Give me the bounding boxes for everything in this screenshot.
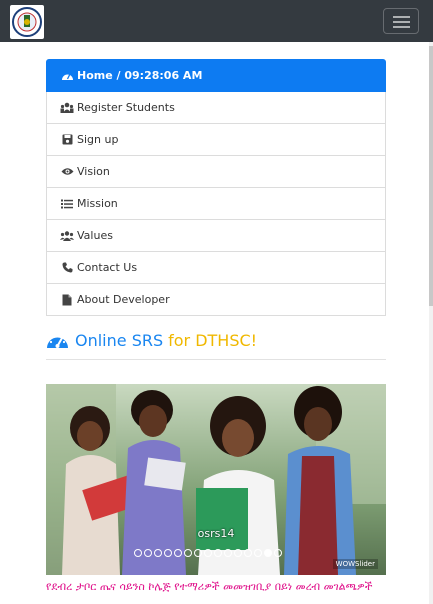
menu-item-vision[interactable]: Vision [46,156,386,188]
slider-dot[interactable] [164,549,172,557]
college-description: የደብረ ታቦር ጤና ሳይንስ ኮሌጅ የተማሪዎች መመዝገቢያ በይነ መ… [46,580,373,593]
slider-dot[interactable] [194,549,202,557]
dashboard-icon [60,70,74,82]
slider-watermark[interactable]: WOWSlider [332,559,378,569]
menu-item-label: Contact Us [77,261,138,274]
phone-icon [60,262,74,274]
heading-highlight: for DTHSC! [168,330,258,350]
slider-dot[interactable] [214,549,222,557]
slider-dot[interactable] [264,549,272,557]
menu-item-contact-us[interactable]: Contact Us [46,252,386,284]
menu-item-home[interactable]: Home / 09:28:06 AM [46,59,386,92]
college-logo[interactable] [10,5,44,39]
menu-item-mission[interactable]: Mission [46,188,386,220]
scrollbar-thumb[interactable] [429,46,433,306]
divider [46,359,386,360]
slider-dot[interactable] [174,549,182,557]
save-icon [60,134,74,146]
slider-dot[interactable] [244,549,252,557]
slide-caption: osrs14 [197,527,235,540]
menu-item-about-developer[interactable]: About Developer [46,284,386,316]
page-heading: Online SRS for DTHSC! [46,328,386,352]
file-icon [60,294,74,306]
menu-item-label: Register Students [77,101,175,114]
slider-dot[interactable] [184,549,192,557]
menu-item-label: Mission [77,197,118,210]
clock-time: 09:28:06 AM [124,69,203,82]
menu-item-label: Sign up [77,133,119,146]
group-icon [60,230,74,242]
slider-dot[interactable] [254,549,262,557]
menu-item-label: Home [77,69,113,82]
heading-text: Online SRS [75,330,164,350]
hamburger-icon [393,16,410,18]
side-menu: Home / 09:28:06 AM Register Students Sig… [46,59,386,316]
list-icon [60,198,74,210]
menu-item-label: About Developer [77,293,170,306]
dashboard-icon [46,330,69,350]
slider-dot[interactable] [224,549,232,557]
menu-item-register-students[interactable]: Register Students [46,92,386,124]
slider-dot[interactable] [274,549,282,557]
slider-dot[interactable] [144,549,152,557]
students-photo [46,384,386,575]
slider-dot[interactable] [204,549,212,557]
users-icon [60,102,74,114]
slider-dot[interactable] [154,549,162,557]
menu-item-label: Values [77,229,113,242]
slider-pagination [134,549,284,557]
navbar-toggle-button[interactable] [383,8,419,34]
image-slider[interactable]: osrs14 WOWSlider [46,384,386,575]
slider-dot[interactable] [134,549,142,557]
menu-item-sign-up[interactable]: Sign up [46,124,386,156]
slider-dot[interactable] [234,549,242,557]
menu-item-values[interactable]: Values [46,220,386,252]
menu-item-label: Vision [77,165,110,178]
eye-icon [60,166,74,178]
navbar [0,0,433,42]
